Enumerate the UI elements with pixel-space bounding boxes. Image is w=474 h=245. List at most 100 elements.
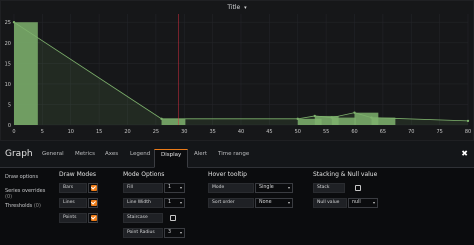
- x-tick-label: 5: [41, 129, 44, 135]
- checkmark-icon: [90, 215, 97, 221]
- x-tick-label: 30: [181, 129, 187, 135]
- sort-order-label: Sort order: [208, 198, 254, 208]
- sidebar-item-thresholds[interactable]: Thresholds (0): [5, 203, 41, 209]
- tooltip-mode-label: Mode: [208, 183, 254, 193]
- lines-label: Lines: [59, 198, 87, 208]
- stack-checkbox[interactable]: [354, 183, 364, 193]
- stack-label: Stack: [313, 183, 345, 193]
- sidebar-item-count: (0): [5, 194, 13, 200]
- draw-modes-title: Draw Modes: [59, 171, 97, 178]
- series-point: [296, 117, 299, 121]
- graph-chart: 0 5 10 15 20 25 30 35 40 45 50 55 60 65 70 75 80 0 5 10 15 2…: [5, 14, 471, 135]
- x-axis-ticks: 0 5 10 15 20 25 30 35 40 45 50 55 60 65 70 75 80: [12, 129, 471, 135]
- editor-title: Graph: [5, 149, 33, 159]
- x-tick-label: 45: [266, 129, 272, 135]
- null-value-label: Null value: [313, 198, 347, 208]
- tab-metrics[interactable]: Metrics: [69, 149, 101, 168]
- panel-editor: Graph General Metrics Axes Legend Displa…: [0, 141, 474, 245]
- sidebar-item-label: Thresholds: [5, 203, 33, 209]
- checkmark-icon: [90, 185, 97, 191]
- sidebar-item-label: Draw options: [5, 174, 39, 180]
- sidebar-item-series-overrides[interactable]: Series overrides (0): [5, 188, 52, 200]
- chevron-down-icon: ▾: [244, 5, 247, 11]
- unchecked-box-icon: [170, 215, 176, 221]
- sort-order-select-value: None: [259, 200, 272, 205]
- staircase-checkbox[interactable]: [169, 213, 179, 223]
- y-tick-label: 25: [5, 20, 11, 26]
- panel-title-text: Title: [227, 4, 241, 11]
- display-sidebar: Draw options Series overrides (0) Thresh…: [0, 169, 52, 245]
- editor-tabbar: Graph General Metrics Axes Legend Displa…: [0, 141, 474, 168]
- series-point: [12, 21, 16, 24]
- series-bar: [161, 118, 186, 125]
- tab-alert[interactable]: Alert: [188, 149, 213, 168]
- null-value-select-value: null: [352, 200, 361, 205]
- checkmark-icon: [90, 200, 97, 206]
- x-tick-label: 55: [323, 129, 329, 135]
- x-tick-label: 60: [351, 129, 357, 135]
- tab-time-range[interactable]: Time range: [212, 149, 255, 168]
- y-tick-label: 5: [8, 102, 11, 108]
- x-tick-label: 35: [209, 129, 215, 135]
- lines-checkbox[interactable]: [88, 198, 98, 208]
- x-tick-label: 20: [124, 129, 130, 135]
- x-tick-label: 50: [295, 129, 301, 135]
- points-label: Points: [59, 213, 87, 223]
- sidebar-item-draw-options[interactable]: Draw options: [5, 174, 38, 180]
- staircase-label: Staircase: [123, 213, 163, 223]
- sort-order-select[interactable]: None ▾: [255, 198, 293, 208]
- x-tick-label: 70: [408, 129, 414, 135]
- close-icon[interactable]: ✖: [461, 149, 468, 158]
- points-checkbox[interactable]: [88, 213, 98, 223]
- point-radius-label: Point Radius: [123, 228, 163, 238]
- series-point: [370, 116, 373, 119]
- chevron-down-icon: ▾: [287, 200, 290, 205]
- chevron-down-icon: ▾: [179, 230, 182, 235]
- tab-axes[interactable]: Axes: [99, 149, 124, 168]
- series-bar: [14, 22, 38, 125]
- stacking-title: Stacking & Null value: [313, 171, 378, 178]
- x-tick-label: 75: [436, 129, 442, 135]
- point-radius-select[interactable]: 3 ▾: [164, 228, 185, 238]
- series-point: [160, 117, 163, 121]
- mode-options-title: Mode Options: [123, 171, 165, 178]
- tab-general[interactable]: General: [36, 149, 70, 168]
- series-point: [353, 111, 356, 114]
- chevron-down-icon: ▾: [372, 200, 375, 205]
- line-width-select-value: 1: [168, 200, 172, 205]
- tab-legend[interactable]: Legend: [124, 149, 156, 168]
- y-tick-label: 15: [5, 61, 11, 67]
- tooltip-mode-select-value: Single: [259, 185, 274, 190]
- chevron-down-icon: ▾: [179, 185, 182, 190]
- x-tick-label: 0: [12, 129, 15, 135]
- x-tick-label: 10: [68, 129, 74, 135]
- panel-title[interactable]: Title ▾: [1, 4, 473, 11]
- line-width-label: Line Width: [123, 198, 163, 208]
- unchecked-box-icon: [355, 185, 361, 191]
- fill-select[interactable]: 1 ▾: [164, 183, 185, 193]
- series-bar: [371, 117, 396, 125]
- series-point: [313, 114, 316, 118]
- tab-display[interactable]: Display: [154, 149, 189, 168]
- null-value-select[interactable]: null ▾: [348, 198, 378, 208]
- series-bar: [331, 117, 356, 125]
- x-tick-label: 40: [238, 129, 244, 135]
- x-tick-label: 15: [96, 129, 102, 135]
- bars-label: Bars: [59, 183, 87, 193]
- y-tick-label: 20: [5, 41, 11, 47]
- y-tick-label: 10: [5, 82, 11, 88]
- y-axis-ticks: 0 5 10 15 20 25: [5, 20, 11, 129]
- bars-checkbox[interactable]: [88, 183, 98, 193]
- point-radius-select-value: 3: [168, 230, 172, 235]
- line-width-select[interactable]: 1 ▾: [164, 198, 185, 208]
- series-point: [330, 116, 333, 119]
- x-tick-label: 25: [153, 129, 159, 135]
- chevron-down-icon: ▾: [287, 185, 290, 190]
- chevron-down-icon: ▾: [179, 200, 182, 205]
- series-point: [466, 119, 470, 123]
- graph-panel: 0 5 10 15 20 25 30 35 40 45 50 55 60 65 70 75 80 0 5 10 15 2…: [0, 0, 474, 141]
- x-tick-label: 65: [380, 129, 386, 135]
- fill-label: Fill: [123, 183, 163, 193]
- tooltip-mode-select[interactable]: Single ▾: [255, 183, 293, 193]
- sidebar-item-count: (0): [33, 203, 41, 209]
